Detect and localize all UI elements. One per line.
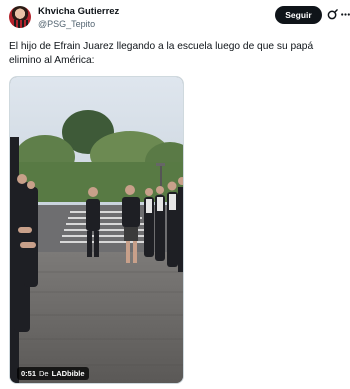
- tweet-card: Khvicha Gutierrez @PSG_Tepito Seguir El …: [0, 0, 350, 389]
- video-duration-badge: 0:51 De LADbible: [17, 367, 89, 380]
- more-options-icon[interactable]: [341, 13, 350, 16]
- video-source: LADbible: [51, 369, 85, 378]
- video-frame: [10, 77, 183, 383]
- follow-button[interactable]: Seguir: [275, 6, 322, 24]
- author-avatar[interactable]: [9, 6, 31, 28]
- video-source-prefix: De: [39, 369, 49, 378]
- video-player[interactable]: [9, 76, 184, 384]
- grok-icon[interactable]: [327, 9, 338, 20]
- author-name[interactable]: Khvicha Gutierrez: [38, 6, 119, 17]
- tweet-text: El hijo de Efrain Juarez llegando a la e…: [9, 41, 314, 66]
- video-duration: 0:51: [21, 369, 37, 378]
- author-handle[interactable]: @PSG_Tepito: [38, 19, 95, 29]
